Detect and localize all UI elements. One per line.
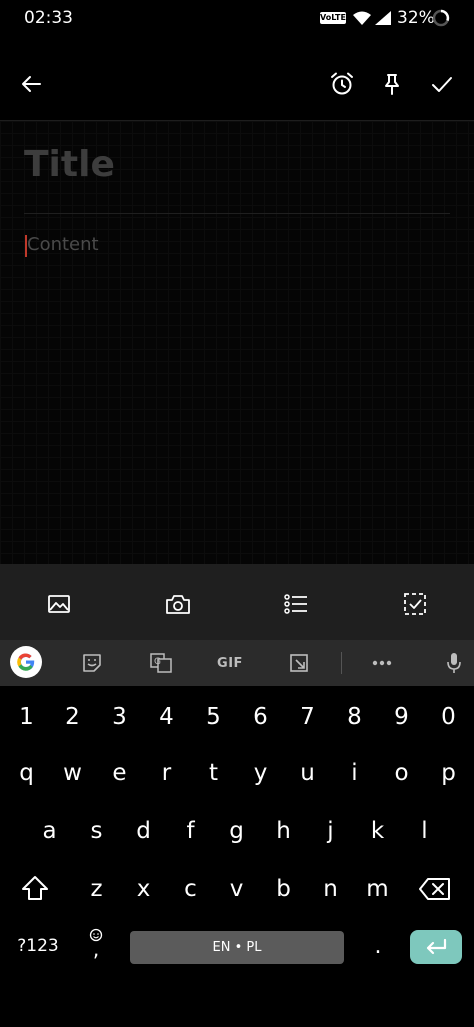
voice-input-button[interactable] <box>439 650 469 676</box>
wifi-icon <box>353 11 371 25</box>
space-language-label: EN • PL <box>212 940 262 955</box>
keyboard <box>0 686 474 1027</box>
symbols-key[interactable]: ?123 <box>10 936 66 956</box>
key-x[interactable]: x <box>120 876 167 902</box>
comma-label: , <box>92 937 100 961</box>
key-7[interactable]: 7 <box>284 704 331 730</box>
space-bar[interactable]: EN • PL <box>130 931 344 964</box>
signal-icon <box>375 11 391 25</box>
save-check-button[interactable] <box>422 64 462 104</box>
battery-percent: 32% <box>397 8 435 28</box>
content-input[interactable]: Content <box>27 234 99 255</box>
key-5[interactable]: 5 <box>190 704 237 730</box>
sticker-icon <box>83 654 101 672</box>
backspace-key[interactable] <box>418 876 454 904</box>
camera-icon <box>166 595 190 614</box>
key-1[interactable]: 1 <box>3 704 50 730</box>
translate-button[interactable]: G <box>146 650 176 676</box>
pin-button[interactable] <box>372 64 412 104</box>
key-2[interactable]: 2 <box>49 704 96 730</box>
key-e[interactable]: e <box>96 760 143 786</box>
clipboard-button[interactable] <box>284 650 314 676</box>
enter-key[interactable] <box>410 930 462 964</box>
sticker-button[interactable] <box>77 650 107 676</box>
title-input[interactable]: Title <box>24 144 115 185</box>
key-h[interactable]: h <box>260 818 307 844</box>
key-f[interactable]: f <box>167 818 214 844</box>
shift-key[interactable] <box>20 874 56 906</box>
clipboard-icon <box>290 654 308 672</box>
key-6[interactable]: 6 <box>237 704 284 730</box>
checkbox-icon <box>404 593 426 615</box>
key-4[interactable]: 4 <box>143 704 190 730</box>
note-editor <box>0 121 474 564</box>
enter-arrow-icon <box>426 938 447 955</box>
insert-image-button[interactable] <box>39 584 79 624</box>
image-icon <box>48 595 70 613</box>
more-options-button[interactable] <box>367 650 397 676</box>
key-m[interactable]: m <box>354 876 401 902</box>
camera-button[interactable] <box>158 584 198 624</box>
key-j[interactable]: j <box>307 818 354 844</box>
key-d[interactable]: d <box>120 818 167 844</box>
back-button[interactable] <box>11 64 51 104</box>
key-a[interactable]: a <box>26 818 73 844</box>
key-y[interactable]: y <box>237 760 284 786</box>
key-8[interactable]: 8 <box>331 704 378 730</box>
alarm-icon <box>331 72 353 95</box>
back-arrow-icon <box>22 76 41 92</box>
battery-icon <box>432 9 450 27</box>
key-s[interactable]: s <box>73 818 120 844</box>
key-b[interactable]: b <box>260 876 307 902</box>
key-u[interactable]: u <box>284 760 331 786</box>
key-v[interactable]: v <box>213 876 260 902</box>
backspace-icon <box>419 878 450 900</box>
todo-checkbox-button[interactable] <box>395 584 435 624</box>
key-0[interactable]: 0 <box>425 704 472 730</box>
translate-icon: G <box>150 653 172 673</box>
gif-button[interactable]: GIF <box>212 650 248 676</box>
key-i[interactable]: i <box>331 760 378 786</box>
key-k[interactable]: k <box>354 818 401 844</box>
comma-emoji-key[interactable]: , <box>82 928 110 964</box>
mic-icon <box>447 653 461 673</box>
bulleted-list-icon <box>284 594 307 614</box>
checklist-list-button[interactable] <box>276 584 316 624</box>
google-g-icon <box>17 653 35 671</box>
google-button[interactable] <box>10 646 42 678</box>
key-w[interactable]: w <box>49 760 96 786</box>
key-p[interactable]: p <box>425 760 472 786</box>
key-l[interactable]: l <box>401 818 448 844</box>
status-time: 02:33 <box>24 8 73 28</box>
pin-icon <box>385 74 399 95</box>
key-q[interactable]: q <box>3 760 50 786</box>
period-key[interactable]: . <box>366 934 390 959</box>
key-9[interactable]: 9 <box>378 704 425 730</box>
strip-divider <box>341 652 342 674</box>
key-t[interactable]: t <box>190 760 237 786</box>
check-icon <box>432 77 452 92</box>
key-c[interactable]: c <box>167 876 214 902</box>
key-r[interactable]: r <box>143 760 190 786</box>
svg-text:G: G <box>154 657 161 667</box>
key-g[interactable]: g <box>213 818 260 844</box>
reminder-button[interactable] <box>322 64 362 104</box>
key-z[interactable]: z <box>73 876 120 902</box>
more-icon <box>372 660 392 666</box>
shift-arrow-icon <box>22 876 48 900</box>
key-n[interactable]: n <box>307 876 354 902</box>
volte-badge: VoLTE <box>320 12 346 24</box>
title-divider <box>24 213 450 214</box>
key-o[interactable]: o <box>378 760 425 786</box>
key-3[interactable]: 3 <box>96 704 143 730</box>
